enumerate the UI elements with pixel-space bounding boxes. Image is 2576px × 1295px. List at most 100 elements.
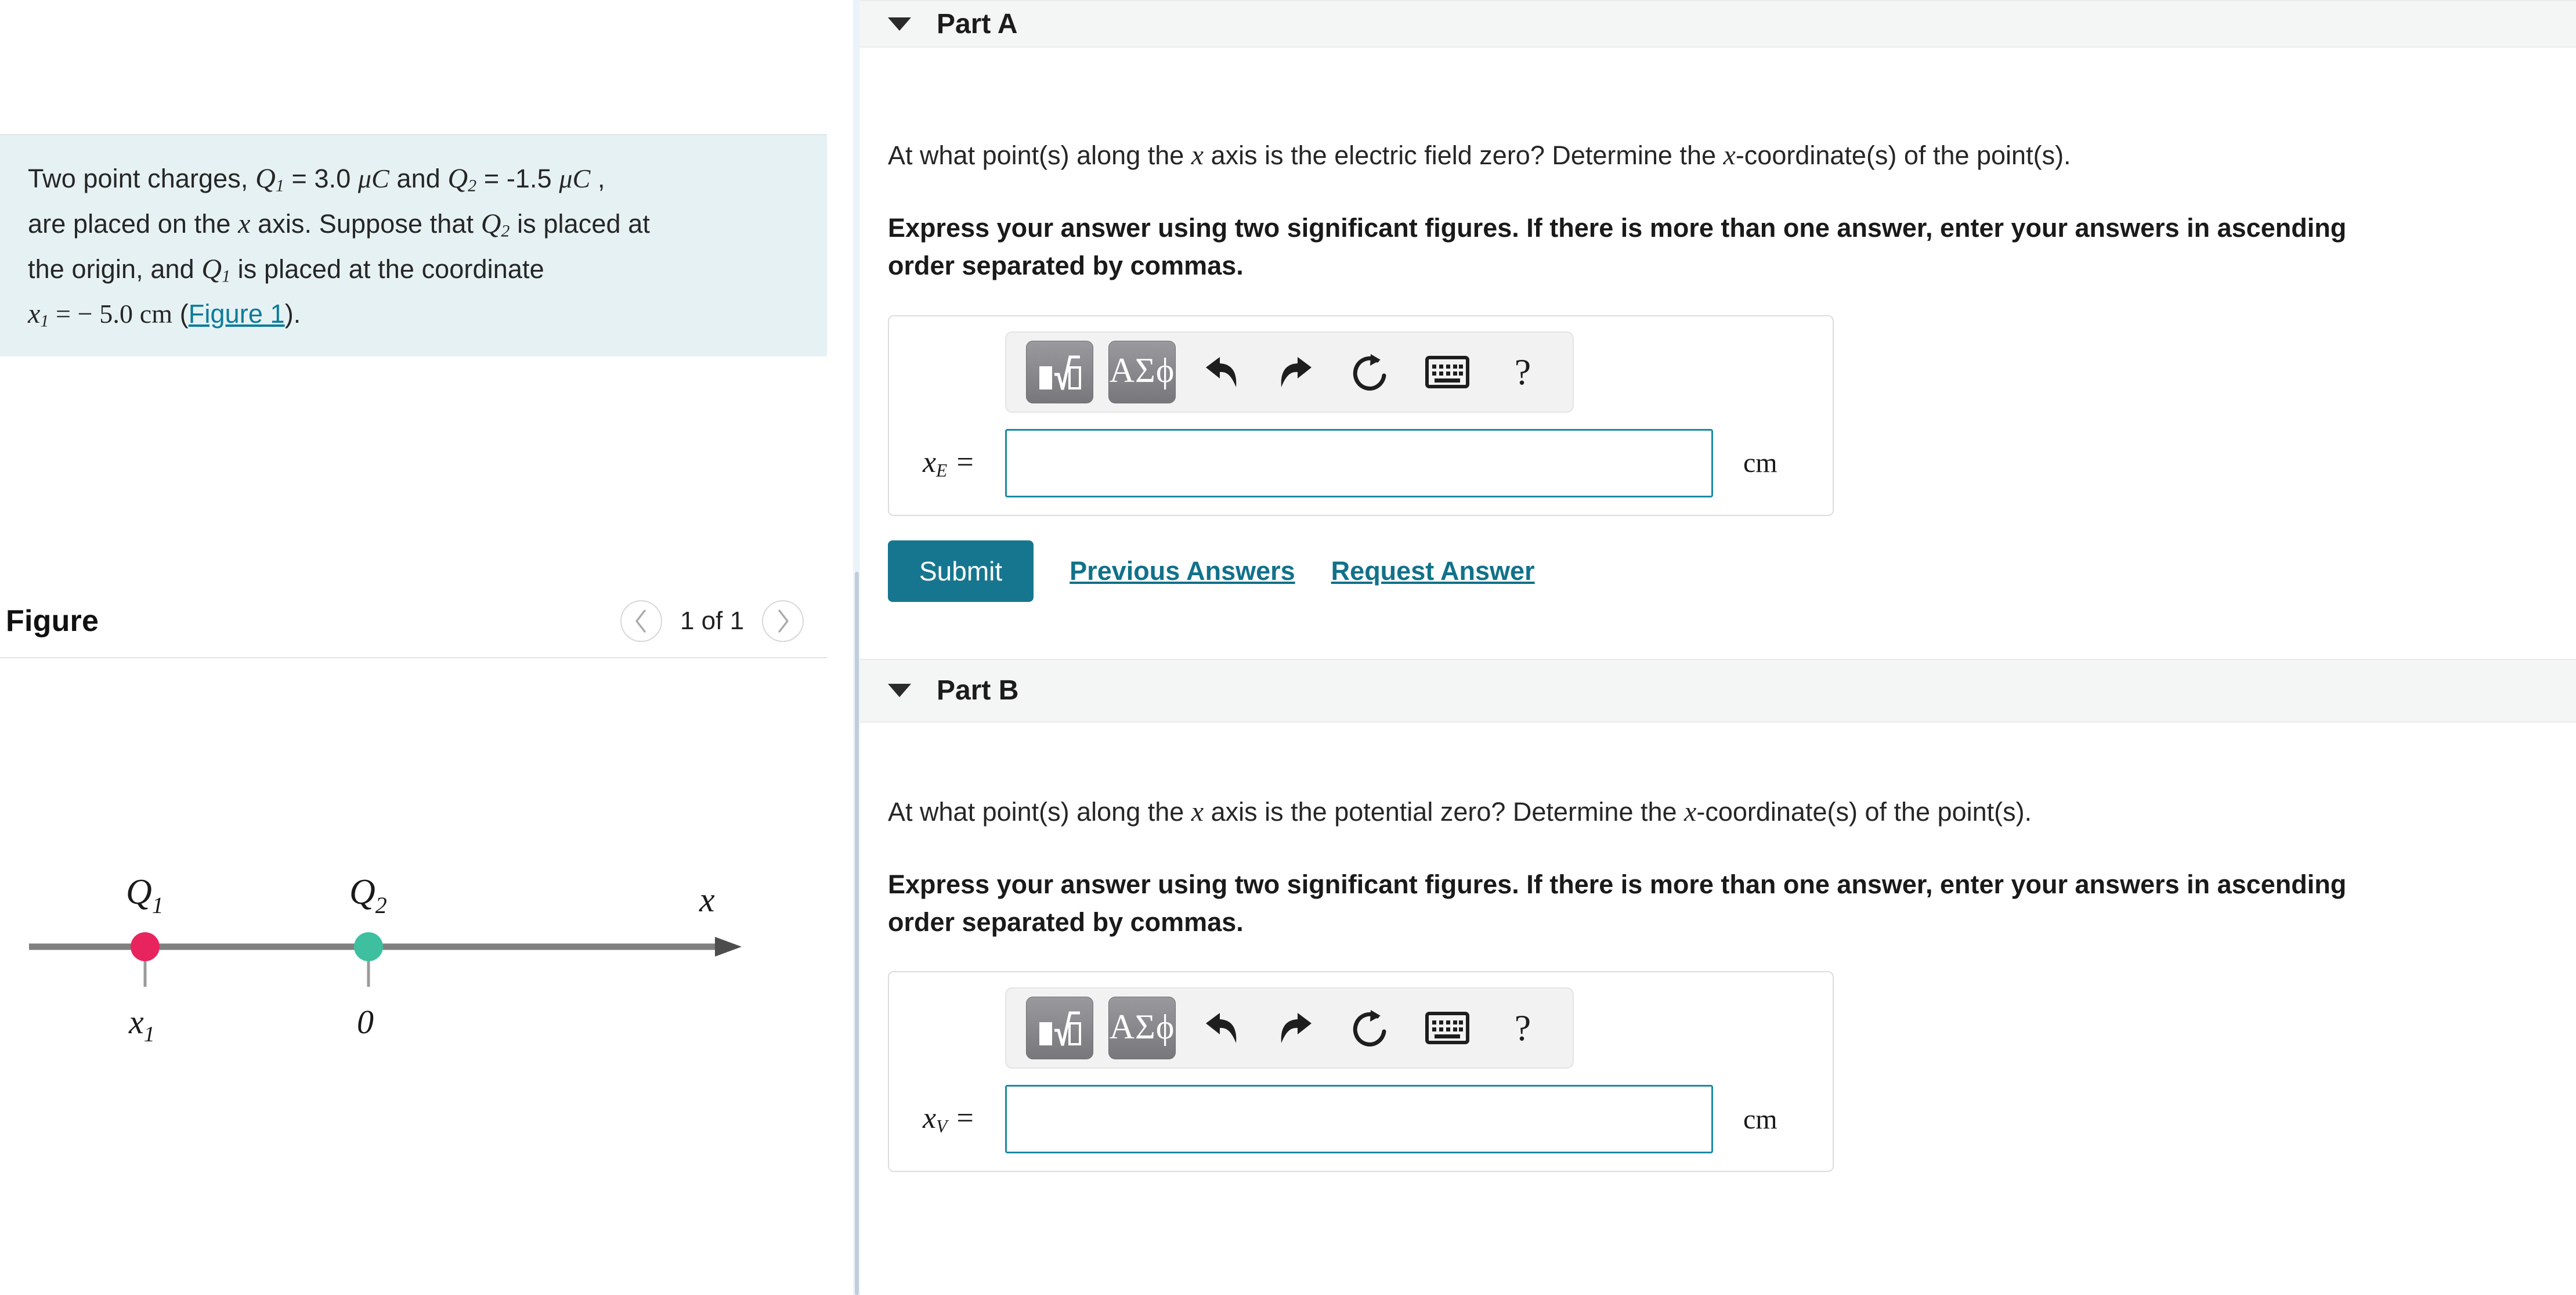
figure-prev-button[interactable] <box>620 600 662 642</box>
conjunction-and: and <box>389 164 448 193</box>
x-axis-arrowhead <box>715 937 742 957</box>
charge1-tick-label: x1 <box>128 1003 155 1047</box>
charge-q2-symbol-2: Q2 <box>480 208 510 241</box>
part-b-question: At what point(s) along the x axis is the… <box>888 791 2541 833</box>
problem-comma: , <box>590 164 605 193</box>
help-label: ? <box>1514 1007 1531 1048</box>
undo-button[interactable] <box>1191 998 1251 1058</box>
redo-button[interactable] <box>1266 998 1327 1058</box>
figure-1-link[interactable]: Figure 1 <box>189 299 285 329</box>
redo-arrow-icon <box>1281 1013 1312 1043</box>
keyboard-icon <box>1425 1012 1469 1044</box>
page-root: Two point charges, Q1 = 3.0 μC and Q2 = … <box>0 0 2576 1295</box>
part-a-answer-panel: ΑΣϕ ? xE = cm <box>888 315 1834 516</box>
part-b-instruction: Express your answer using two significan… <box>888 869 2347 937</box>
charge-q1-value: = 3.0 <box>284 164 358 193</box>
part-b-answer-panel: ΑΣϕ ? xV = cm <box>888 971 1834 1172</box>
chevron-right-icon <box>778 609 789 633</box>
help-label: ? <box>1514 351 1531 392</box>
caret-down-icon[interactable] <box>888 17 911 31</box>
chevron-left-icon <box>635 609 646 633</box>
figure-next-button[interactable] <box>762 600 804 642</box>
part-a-question-post: -coordinate(s) of the point(s). <box>1735 140 2071 170</box>
part-a-x-symbol-1: x <box>1191 140 1204 171</box>
keyboard-button[interactable] <box>1417 998 1477 1058</box>
part-a-question-pre: At what point(s) along the <box>888 140 1191 170</box>
reset-button[interactable] <box>1342 342 1402 402</box>
part-a-question-mid: axis is the electric field zero? Determi… <box>1204 140 1724 170</box>
math-template-button[interactable] <box>1026 340 1093 403</box>
part-b-answer-input[interactable] <box>1005 1085 1713 1153</box>
greek-symbols-label: ΑΣϕ <box>1109 1007 1175 1046</box>
part-b-math-toolbar: ΑΣϕ ? <box>1005 987 1574 1069</box>
part-a-previous-answers-link[interactable]: Previous Answers <box>1070 556 1295 586</box>
undo-arrow-icon <box>1206 356 1237 387</box>
charge-q2-label: Q2 <box>349 872 387 918</box>
part-a-actions: Submit Previous Answers Request Answer <box>888 540 2541 602</box>
part-a-answer-input[interactable] <box>1005 428 1713 497</box>
part-a-body: At what point(s) along the x axis is the… <box>860 135 2576 602</box>
charge-q1-unit: μC <box>357 164 389 193</box>
problem-line3-suffix: is placed at the coordinate <box>230 254 544 284</box>
part-a-instruction: Express your answer using two significan… <box>888 213 2347 281</box>
coordinate-x1-symbol: x1 <box>28 298 49 331</box>
figure-counter: 1 of 1 <box>680 607 745 635</box>
greek-symbols-label: ΑΣϕ <box>1109 351 1175 389</box>
part-a-header[interactable]: Part A <box>860 0 2576 48</box>
undo-arrow-icon <box>1206 1013 1237 1043</box>
part-b-question-mid: axis is the potential zero? Determine th… <box>1204 796 1685 827</box>
figure-header: Figure 1 of 1 <box>0 586 827 656</box>
charge-q1-dot <box>131 932 160 961</box>
greek-symbols-button[interactable]: ΑΣϕ <box>1108 340 1176 403</box>
charge-q2-symbol: Q2 <box>447 163 477 196</box>
problem-line2-mid: axis. Suppose that <box>250 208 481 239</box>
paren-close: ). <box>284 299 301 329</box>
coordinate-x1-value: = − 5.0 <box>49 299 140 329</box>
help-button[interactable]: ? <box>1493 342 1553 402</box>
figure-header-divider <box>0 657 827 658</box>
scrollbar-thumb[interactable] <box>855 572 859 1295</box>
charge-q1-symbol-2: Q1 <box>201 253 231 286</box>
charge-q1-label: Q1 <box>126 872 164 918</box>
keyboard-icon <box>1425 355 1469 388</box>
reset-circle-icon <box>1353 1010 1386 1047</box>
figure-navigation: 1 of 1 <box>620 600 804 642</box>
part-a-x-symbol-2: x <box>1723 140 1736 171</box>
part-a-submit-button[interactable]: Submit <box>888 540 1034 602</box>
part-a-answer-row: xE = cm <box>906 428 1815 497</box>
problem-line1-prefix: Two point charges, <box>28 164 256 193</box>
part-b-answer-label: xV = <box>923 1102 976 1137</box>
undo-button[interactable] <box>1191 342 1251 402</box>
problem-left-pane: Two point charges, Q1 = 3.0 μC and Q2 = … <box>0 0 853 1295</box>
reset-circle-icon <box>1353 353 1386 391</box>
figure-section-title: Figure <box>6 604 99 638</box>
pane-divider <box>853 0 860 1295</box>
caret-down-icon[interactable] <box>888 684 911 697</box>
charge-q2-unit: μC <box>559 164 591 193</box>
greek-symbols-button[interactable]: ΑΣϕ <box>1108 997 1176 1059</box>
math-template-icon <box>1039 1011 1081 1046</box>
part-a-title: Part A <box>937 8 1018 39</box>
axis-x-symbol-1: x <box>238 208 251 239</box>
part-a-answer-label: xE = <box>923 445 976 481</box>
math-template-icon <box>1039 355 1081 390</box>
help-button[interactable]: ? <box>1493 998 1553 1058</box>
figure-diagram: Q1 Q2 x x1 0 <box>0 662 827 1295</box>
part-a-answer-unit: cm <box>1743 448 1777 478</box>
reset-button[interactable] <box>1342 998 1402 1058</box>
part-b-x-symbol-2: x <box>1684 796 1697 827</box>
math-template-button[interactable] <box>1026 997 1093 1059</box>
part-b-header[interactable]: Part B <box>860 658 2576 723</box>
part-a-request-answer-link[interactable]: Request Answer <box>1331 556 1535 586</box>
keyboard-button[interactable] <box>1417 342 1477 402</box>
answers-right-pane: Part A At what point(s) along the x axis… <box>860 0 2576 1295</box>
redo-button[interactable] <box>1266 342 1327 402</box>
problem-line2-prefix: are placed on the <box>28 208 239 239</box>
charge-q2-value: = -1.5 <box>476 164 559 193</box>
part-a-math-toolbar: ΑΣϕ ? <box>1005 331 1574 413</box>
problem-line2-suffix: is placed at <box>510 208 650 239</box>
problem-statement-text: Two point charges, Q1 = 3.0 μC and Q2 = … <box>28 156 804 337</box>
problem-line3-prefix: the origin, and <box>28 254 202 284</box>
part-a-question: At what point(s) along the x axis is the… <box>888 135 2541 176</box>
part-b-answer-unit: cm <box>1743 1103 1777 1135</box>
